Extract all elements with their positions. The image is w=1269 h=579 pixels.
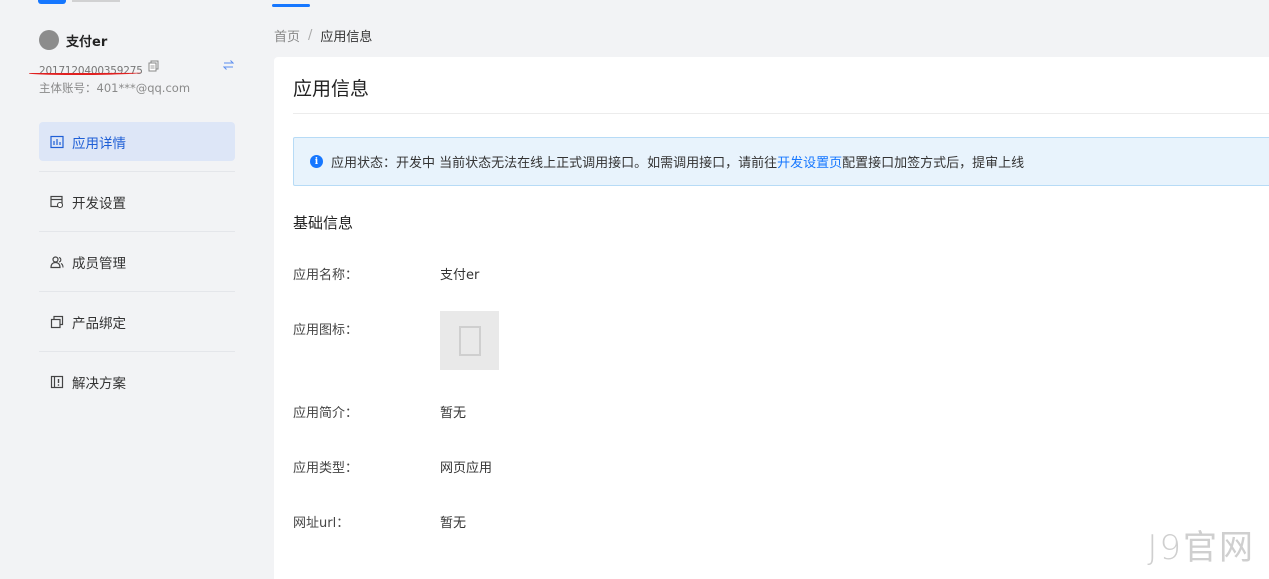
breadcrumb-current: 应用信息: [320, 30, 373, 45]
field-label-url: 网址url：: [293, 516, 350, 531]
app-icon-image: [440, 311, 499, 370]
sidebar-item-app-details[interactable]: 应用详情: [39, 122, 235, 161]
image-placeholder-icon: [458, 325, 481, 356]
page-title: 应用信息: [293, 78, 370, 100]
breadcrumb-separator: /: [308, 28, 313, 43]
sidebar-item-label: 解决方案: [72, 375, 126, 392]
chart-icon: [50, 135, 64, 149]
dev-settings-icon: [50, 195, 64, 209]
top-tab-indicator: [272, 4, 310, 7]
sidebar-item-product-binding[interactable]: 产品绑定: [39, 302, 235, 341]
menu-divider: [39, 351, 235, 352]
sidebar-item-label: 应用详情: [72, 135, 126, 152]
field-label-app-intro: 应用简介：: [293, 406, 359, 421]
watermark: J9官网: [1147, 528, 1255, 568]
field-label-app-icon: 应用图标：: [293, 323, 359, 338]
app-avatar: [39, 30, 59, 50]
sidebar-item-label: 产品绑定: [72, 315, 126, 332]
members-icon: [50, 255, 64, 269]
menu-divider: [39, 231, 235, 232]
sidebar-item-solutions[interactable]: 解决方案: [39, 362, 235, 401]
field-value-app-name: 支付er: [440, 268, 480, 283]
alert-text-prefix: 应用状态：开发中 当前状态无法在线上正式调用接口。如需调用接口，请前往: [331, 156, 778, 171]
sidebar-item-label: 开发设置: [72, 195, 126, 212]
alert-text-suffix: 配置接口加签方式后，提审上线: [842, 156, 1025, 171]
copy-icon[interactable]: [148, 60, 160, 72]
field-label-app-name: 应用名称：: [293, 268, 359, 283]
breadcrumb: 首页 / 应用信息: [274, 26, 372, 45]
sidebar-item-dev-settings[interactable]: 开发设置: [39, 182, 235, 221]
logo-icon: [38, 0, 66, 4]
dev-settings-link[interactable]: 开发设置页: [777, 152, 842, 171]
title-divider: [293, 113, 1269, 114]
sidebar-item-members[interactable]: 成员管理: [39, 242, 235, 281]
info-icon: i: [310, 155, 323, 168]
field-value-url: 暂无: [440, 516, 467, 531]
menu-divider: [39, 171, 235, 172]
field-label-app-type: 应用类型：: [293, 461, 359, 476]
field-value-app-intro: 暂无: [440, 406, 467, 421]
account-info: 主体账号：401***@qq.com: [39, 81, 191, 95]
app-info-card: 应用信息 i 应用状态：开发中 当前状态无法在线上正式调用接口。如需调用接口，请…: [274, 57, 1269, 579]
sidebar: 支付er 2017120400359275 主体账号：401***@qq.com…: [0, 0, 256, 579]
section-title: 基础信息: [293, 214, 354, 232]
status-alert: i 应用状态：开发中 当前状态无法在线上正式调用接口。如需调用接口，请前往 开发设…: [293, 137, 1269, 186]
field-value-app-type: 网页应用: [440, 461, 493, 476]
switch-app-icon[interactable]: [222, 59, 235, 73]
app-header: 支付er: [39, 30, 107, 50]
breadcrumb-home[interactable]: 首页: [274, 26, 300, 45]
sidebar-item-label: 成员管理: [72, 255, 126, 272]
app-name: 支付er: [66, 34, 108, 50]
product-bind-icon: [50, 315, 64, 329]
sidebar-menu: 应用详情 开发设置 成员管理 产品绑定 解决方案: [39, 122, 235, 401]
solution-icon: [50, 375, 64, 389]
menu-divider: [39, 291, 235, 292]
logo-text-fragment: [72, 0, 120, 2]
